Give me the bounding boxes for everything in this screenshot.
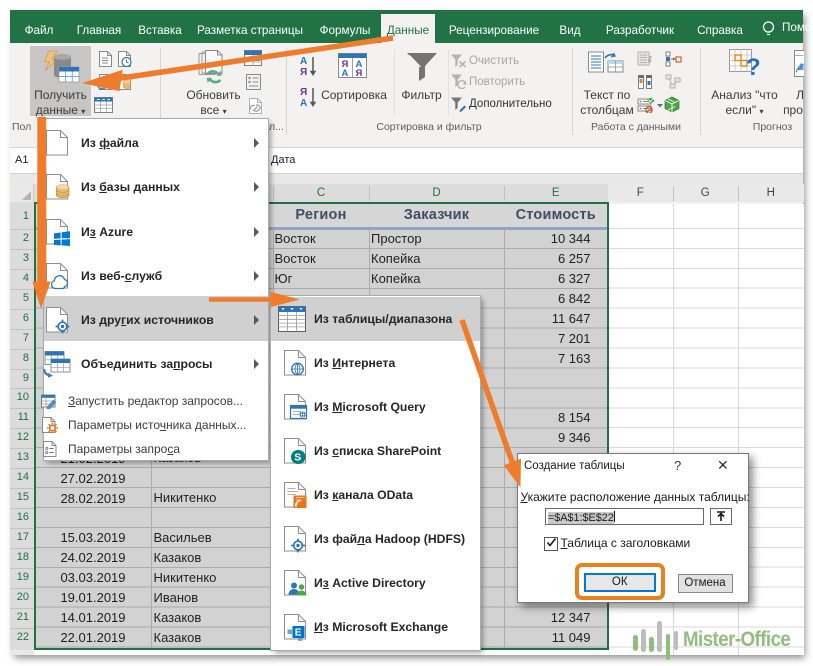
- svg-text:А: А: [300, 56, 307, 67]
- svg-text:Я: Я: [300, 87, 307, 98]
- svg-text:E: E: [295, 628, 302, 639]
- svg-text:Я: Я: [356, 68, 363, 78]
- svg-text:?: ?: [746, 54, 760, 79]
- svg-text:Я: Я: [300, 67, 307, 77]
- svg-text:S: S: [294, 452, 301, 464]
- svg-text:А: А: [342, 68, 349, 78]
- svg-text:А: А: [300, 98, 307, 108]
